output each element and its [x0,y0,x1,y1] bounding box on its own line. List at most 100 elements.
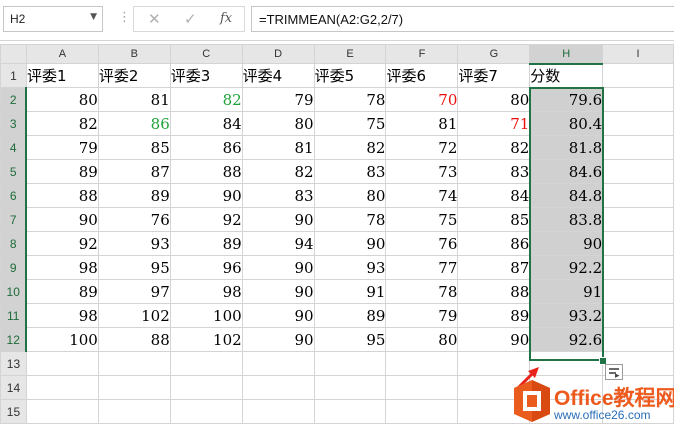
cell-i6[interactable] [602,183,674,208]
cell-a9[interactable]: 98 [25,255,99,280]
column-header-e[interactable]: E [313,44,387,64]
cell-d7[interactable]: 90 [241,207,315,232]
insert-function-icon[interactable]: fx [220,11,232,26]
cell-c1[interactable]: 评委3 [169,63,243,88]
cell-e1[interactable]: 评委5 [313,63,387,88]
cell-f2[interactable]: 70 [385,87,459,112]
cell-c6[interactable]: 90 [169,183,243,208]
row-header-5[interactable]: 5 [0,159,28,184]
cell-b11[interactable]: 102 [97,303,171,328]
name-box-dropdown-icon[interactable]: ▼ [90,12,97,22]
row-header-6[interactable]: 6 [0,183,28,208]
cancel-icon[interactable]: ✕ [148,10,161,28]
cell-b12[interactable]: 88 [97,327,171,352]
cell-f1[interactable]: 评委6 [385,63,459,88]
cell-b13[interactable] [97,351,171,376]
column-header-g[interactable]: G [457,44,531,64]
cell-h6[interactable]: 84.8 [529,183,604,208]
select-all-corner[interactable] [0,44,27,64]
cell-a8[interactable]: 92 [25,231,99,256]
cell-b9[interactable]: 95 [97,255,171,280]
cell-d15[interactable] [241,399,315,424]
cell-a6[interactable]: 88 [25,183,99,208]
cell-c10[interactable]: 98 [169,279,243,304]
cell-h1[interactable]: 分数 [529,63,604,88]
column-header-d[interactable]: D [241,44,315,64]
cell-e10[interactable]: 91 [313,279,387,304]
cell-d2[interactable]: 79 [241,87,315,112]
cell-g9[interactable]: 87 [457,255,531,280]
row-header-7[interactable]: 7 [0,207,28,232]
cell-c14[interactable] [169,375,243,400]
cell-d8[interactable]: 94 [241,231,315,256]
row-header-8[interactable]: 8 [0,231,28,256]
cell-a10[interactable]: 89 [25,279,99,304]
cell-f8[interactable]: 76 [385,231,459,256]
column-header-c[interactable]: C [169,44,243,64]
cell-d5[interactable]: 82 [241,159,315,184]
cell-d12[interactable]: 90 [241,327,315,352]
cell-d10[interactable]: 90 [241,279,315,304]
cell-c5[interactable]: 88 [169,159,243,184]
cell-f13[interactable] [385,351,459,376]
row-header-1[interactable]: 1 [0,63,27,88]
cell-g2[interactable]: 80 [457,87,531,112]
cell-g3[interactable]: 71 [457,111,531,136]
cell-b4[interactable]: 85 [97,135,171,160]
cell-c2[interactable]: 82 [169,87,243,112]
cell-c8[interactable]: 89 [169,231,243,256]
cell-h10[interactable]: 91 [529,279,604,304]
row-header-12[interactable]: 12 [0,327,28,352]
cell-d14[interactable] [241,375,315,400]
cell-b14[interactable] [97,375,171,400]
cell-i9[interactable] [602,255,674,280]
cell-h9[interactable]: 92.2 [529,255,604,280]
cell-c15[interactable] [169,399,243,424]
cell-e7[interactable]: 78 [313,207,387,232]
cell-b6[interactable]: 89 [97,183,171,208]
cell-d13[interactable] [241,351,315,376]
cell-f4[interactable]: 72 [385,135,459,160]
cell-c12[interactable]: 102 [169,327,243,352]
cell-f15[interactable] [385,399,459,424]
column-header-a[interactable]: A [25,44,99,64]
cell-a4[interactable]: 79 [25,135,99,160]
cell-i4[interactable] [602,135,674,160]
cell-c7[interactable]: 92 [169,207,243,232]
cell-f5[interactable]: 73 [385,159,459,184]
cell-f11[interactable]: 79 [385,303,459,328]
cell-a14[interactable] [25,375,99,400]
cell-i11[interactable] [602,303,674,328]
cell-a12[interactable]: 100 [25,327,99,352]
cell-i8[interactable] [602,231,674,256]
cell-g1[interactable]: 评委7 [457,63,531,88]
cell-g11[interactable]: 89 [457,303,531,328]
row-header-10[interactable]: 10 [0,279,28,304]
cell-e4[interactable]: 82 [313,135,387,160]
cell-a7[interactable]: 90 [25,207,99,232]
name-box[interactable]: H2 ▼ [3,6,103,32]
cell-e12[interactable]: 95 [313,327,387,352]
column-header-b[interactable]: B [97,44,171,64]
cell-b3[interactable]: 86 [97,111,171,136]
row-header-2[interactable]: 2 [0,87,28,112]
cell-e2[interactable]: 78 [313,87,387,112]
cell-e3[interactable]: 75 [313,111,387,136]
cell-g7[interactable]: 85 [457,207,531,232]
cell-b5[interactable]: 87 [97,159,171,184]
cell-b7[interactable]: 76 [97,207,171,232]
cell-a3[interactable]: 82 [25,111,99,136]
cell-g6[interactable]: 84 [457,183,531,208]
column-header-h[interactable]: H [529,44,604,65]
cell-f12[interactable]: 80 [385,327,459,352]
row-header-14[interactable]: 14 [0,375,27,400]
row-header-15[interactable]: 15 [0,399,27,424]
cell-i3[interactable] [602,111,674,136]
cell-i12[interactable] [602,327,674,352]
cell-e6[interactable]: 80 [313,183,387,208]
cell-h8[interactable]: 90 [529,231,604,256]
cell-b15[interactable] [97,399,171,424]
cell-h5[interactable]: 84.6 [529,159,604,184]
cell-d4[interactable]: 81 [241,135,315,160]
cell-e11[interactable]: 89 [313,303,387,328]
